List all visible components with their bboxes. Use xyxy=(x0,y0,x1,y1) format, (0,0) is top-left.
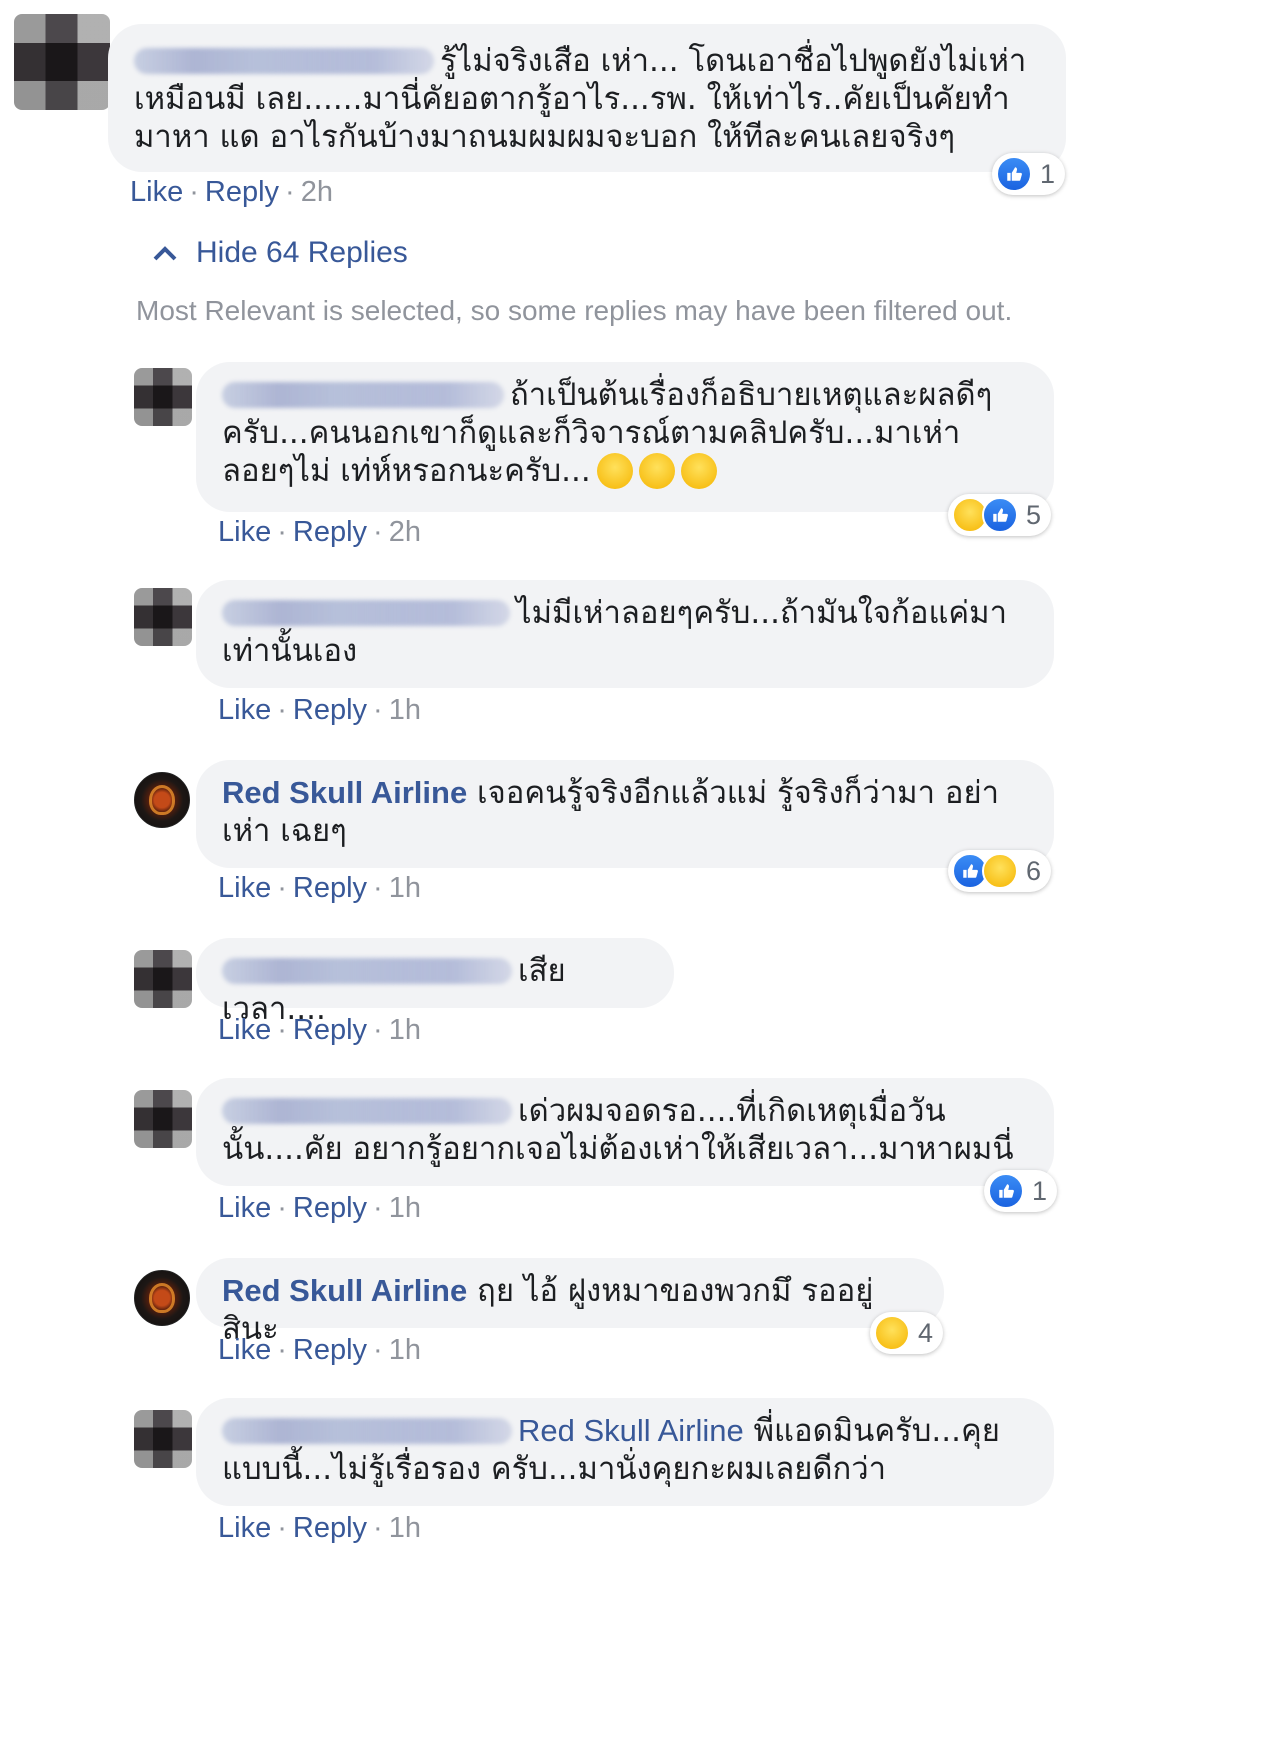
comment-bubble: รู้ไม่จริงเสือ เห่า... โดนเอาชื่อไปพูดยั… xyxy=(108,24,1066,172)
reaction-summary[interactable]: 4 xyxy=(870,1312,944,1354)
avatar[interactable] xyxy=(134,368,192,426)
reaction-count: 6 xyxy=(1026,855,1042,886)
like-icon xyxy=(996,156,1032,192)
reaction-count: 1 xyxy=(1040,158,1056,189)
haha-icon xyxy=(874,1315,910,1351)
avatar[interactable] xyxy=(134,1090,192,1148)
reaction-count: 4 xyxy=(918,1317,934,1348)
timestamp[interactable]: 2h xyxy=(301,176,333,208)
avatar[interactable] xyxy=(134,1410,192,1468)
reply-bubble: ไม่มีเห่าลอยๆครับ...ถ้ามันใจก้อแค่มา เท่… xyxy=(196,580,1054,688)
author-name[interactable]: Red Skull Airline xyxy=(222,775,467,810)
timestamp[interactable]: 1h xyxy=(389,694,421,726)
reply-actions: Like · Reply · 1h xyxy=(218,1512,421,1544)
reply-actions: Like · Reply · 1h xyxy=(218,1192,421,1224)
reply-link[interactable]: Reply xyxy=(293,516,367,548)
reply-link[interactable]: Reply xyxy=(293,872,367,904)
reaction-count: 5 xyxy=(1026,499,1042,530)
timestamp[interactable]: 2h xyxy=(389,516,421,548)
reaction-summary[interactable]: 1 xyxy=(992,153,1066,195)
hide-replies-label: Hide 64 Replies xyxy=(196,236,408,269)
reply-actions: Like · Reply · 2h xyxy=(218,516,421,548)
timestamp[interactable]: 1h xyxy=(389,872,421,904)
blurred-author-name[interactable] xyxy=(222,1418,512,1444)
reply-link[interactable]: Reply xyxy=(293,1334,367,1366)
like-link[interactable]: Like xyxy=(218,1014,271,1046)
reply-bubble: Red Skull Airline พี่แอดมินครับ...คุย แบ… xyxy=(196,1398,1054,1506)
like-icon xyxy=(982,497,1018,533)
timestamp[interactable]: 1h xyxy=(389,1192,421,1224)
reply-link[interactable]: Reply xyxy=(293,1192,367,1224)
like-link[interactable]: Like xyxy=(218,1192,271,1224)
timestamp[interactable]: 1h xyxy=(389,1512,421,1544)
like-icon xyxy=(988,1173,1024,1209)
reaction-summary[interactable]: 5 xyxy=(948,494,1052,536)
reply-actions: Like · Reply · 1h xyxy=(218,872,421,904)
chevron-up-icon xyxy=(152,236,178,270)
reply-actions: Like · Reply · 1h xyxy=(218,694,421,726)
avatar[interactable] xyxy=(14,14,110,110)
filter-note: Most Relevant is selected, so some repli… xyxy=(136,295,1013,326)
reply-bubble: Red Skull Airline เจอคนรู้จริงอีกแล้วแม่… xyxy=(196,760,1054,868)
blurred-author-name[interactable] xyxy=(134,48,434,74)
reaction-summary[interactable]: 6 xyxy=(948,850,1052,892)
reply-link[interactable]: Reply xyxy=(293,694,367,726)
haha-icon xyxy=(982,853,1018,889)
reply-bubble: เด่วผมจอดรอ....ที่เกิดเหตุเมื่อวันนั้น..… xyxy=(196,1078,1054,1186)
like-link[interactable]: Like xyxy=(218,516,271,548)
grin-emoji-icon xyxy=(596,453,633,489)
timestamp[interactable]: 1h xyxy=(389,1014,421,1046)
author-name[interactable]: Red Skull Airline xyxy=(222,1273,467,1308)
grin-emoji-icon xyxy=(638,453,675,489)
reply-actions: Like · Reply · 1h xyxy=(218,1014,421,1046)
reply-bubble: เสียเวลา.... xyxy=(196,938,674,1027)
blurred-author-name[interactable] xyxy=(222,600,510,626)
like-link[interactable]: Like xyxy=(130,176,183,208)
avatar[interactable] xyxy=(134,950,192,1008)
reaction-summary[interactable]: 1 xyxy=(984,1170,1058,1212)
avatar[interactable] xyxy=(134,588,192,646)
avatar[interactable] xyxy=(134,1270,190,1326)
reply-link[interactable]: Reply xyxy=(205,176,279,208)
hide-replies-toggle[interactable]: Hide 64 Replies xyxy=(152,236,408,270)
reply-link[interactable]: Reply xyxy=(293,1014,367,1046)
reply-bubble: Red Skull Airline ฤย ไอ้ ฝูงหมาของพวกมึ … xyxy=(196,1258,944,1347)
like-link[interactable]: Like xyxy=(218,1334,271,1366)
reply-bubble: ถ้าเป็นต้นเรื่องก็อธิบายเหตุและผลดีๆ ครั… xyxy=(196,362,1054,512)
like-link[interactable]: Like xyxy=(218,1512,271,1544)
reply-actions: Like · Reply · 1h xyxy=(218,1334,421,1366)
blurred-author-name[interactable] xyxy=(222,382,504,408)
timestamp[interactable]: 1h xyxy=(389,1334,421,1366)
mention-link[interactable]: Red Skull Airline xyxy=(518,1413,744,1448)
comment-actions: Like · Reply · 2h xyxy=(130,176,333,208)
grin-emoji-icon xyxy=(680,453,717,489)
blurred-author-name[interactable] xyxy=(222,958,512,984)
like-link[interactable]: Like xyxy=(218,694,271,726)
reaction-count: 1 xyxy=(1032,1175,1048,1206)
reply-link[interactable]: Reply xyxy=(293,1512,367,1544)
avatar[interactable] xyxy=(134,772,190,828)
like-link[interactable]: Like xyxy=(218,872,271,904)
blurred-author-name[interactable] xyxy=(222,1098,512,1124)
